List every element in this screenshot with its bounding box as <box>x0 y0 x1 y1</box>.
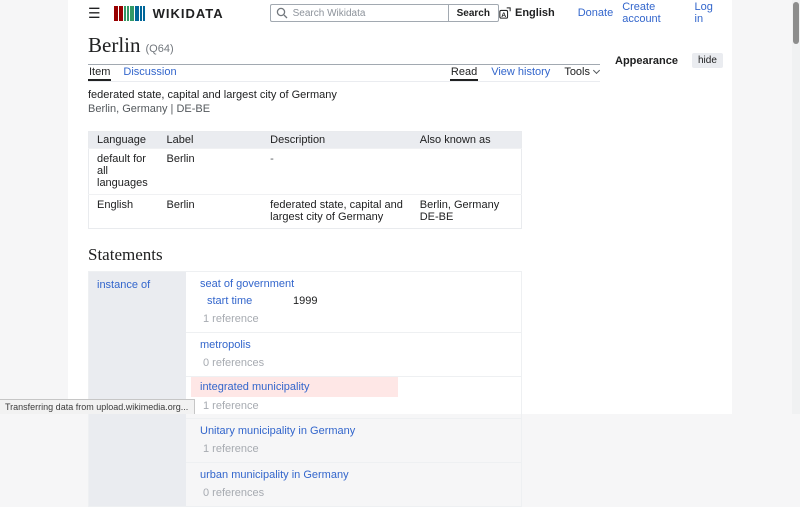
scrollbar-thumb[interactable] <box>793 2 799 44</box>
statement-row: urban municipality in Germany 0 referenc… <box>186 463 521 506</box>
statement-value-link[interactable]: Unitary municipality in Germany <box>200 425 355 437</box>
entity-summary: federated state, capital and largest cit… <box>88 89 732 116</box>
property-instance-of-link[interactable]: instance of <box>97 279 150 291</box>
table-row: English Berlin federated state, capital … <box>88 194 522 229</box>
appearance-label: Appearance <box>615 54 678 67</box>
view-tabs: Read View history Tools <box>438 66 601 81</box>
entity-aliases: Berlin, Germany | DE-BE <box>88 103 211 115</box>
table-row: default for all languages Berlin - <box>88 148 522 195</box>
cell-also-known-as: Berlin, Germany DE-BE <box>411 194 522 229</box>
statement-qualifier: start time 1999 <box>200 295 511 308</box>
search-button[interactable]: Search <box>447 4 499 22</box>
header-user-links: A English Donate Create account Log in <box>499 1 732 25</box>
references-toggle[interactable]: 0 references <box>200 487 511 500</box>
login-link[interactable]: Log in <box>695 1 720 25</box>
cell-label: Berlin <box>158 148 263 195</box>
cell-also-known-as <box>411 148 522 195</box>
statement-row: metropolis 0 references <box>186 333 521 377</box>
page-title: Berlin (Q64) <box>88 34 600 65</box>
entity-label: Berlin <box>88 33 141 57</box>
appearance-hide-button[interactable]: hide <box>691 53 723 68</box>
search-icon <box>276 7 288 22</box>
entity-id: (Q64) <box>145 43 174 55</box>
tab-tools[interactable]: Tools <box>563 66 601 81</box>
references-toggle[interactable]: 1 reference <box>200 443 511 456</box>
statement-value-link[interactable]: seat of government <box>200 278 294 290</box>
tools-label: Tools <box>564 66 590 78</box>
col-also-known-as: Also known as <box>411 131 522 149</box>
donate-link[interactable]: Donate <box>578 7 613 19</box>
chevron-down-icon <box>592 66 601 75</box>
cell-language: default for all languages <box>88 148 159 195</box>
statements-heading: Statements <box>88 245 163 264</box>
statement-values: seat of government start time 1999 1 ref… <box>186 272 521 506</box>
alias-line: Berlin, Germany <box>419 199 500 211</box>
statement-row: seat of government start time 1999 1 ref… <box>186 272 521 333</box>
create-account-link[interactable]: Create account <box>622 1 685 25</box>
col-description: Description <box>262 131 412 149</box>
tab-view-history[interactable]: View history <box>490 66 551 81</box>
cell-label: Berlin <box>158 194 263 229</box>
wikidata-logo-text: WIKIDATA <box>152 5 224 21</box>
site-header: ☰ WIKIDATA Search A English Donate Creat… <box>68 0 732 26</box>
language-icon: A <box>499 7 511 19</box>
search-input[interactable] <box>269 4 448 22</box>
scrollbar[interactable] <box>792 0 800 414</box>
references-toggle[interactable]: 1 reference <box>191 400 511 413</box>
terms-table-header-row: Language Label Description Also known as <box>88 131 522 149</box>
browser-status-bar: Transferring data from upload.wikimedia.… <box>0 399 196 414</box>
cell-description: federated state, capital and largest cit… <box>262 194 412 229</box>
qualifier-property-link[interactable]: start time <box>207 295 252 307</box>
statement-value-link[interactable]: integrated municipality <box>200 381 309 393</box>
page-content: ☰ WIKIDATA Search A English Donate Creat… <box>68 0 732 507</box>
svg-text:A: A <box>501 12 506 19</box>
statement-group: instance of seat of government start tim… <box>88 271 522 507</box>
appearance-panel: Appearance hide <box>615 53 723 68</box>
tab-item[interactable]: Item <box>88 66 112 81</box>
terms-table: Language Label Description Also known as… <box>88 131 522 229</box>
language-selector[interactable]: A English <box>499 7 555 19</box>
statement-property: instance of <box>89 272 186 506</box>
statement-value-link[interactable]: metropolis <box>200 339 251 351</box>
col-language: Language <box>88 131 159 149</box>
qualifier-value: 1999 <box>293 295 318 307</box>
tab-discussion[interactable]: Discussion <box>122 66 177 81</box>
language-label: English <box>514 7 555 19</box>
tabs-row: Item Discussion Read View history Tools <box>88 65 601 82</box>
tab-read[interactable]: Read <box>449 66 479 81</box>
col-label: Label <box>158 131 263 149</box>
alias-line: DE-BE <box>419 211 454 223</box>
search-bar: Search <box>269 4 499 22</box>
page-head: Berlin (Q64) Item Discussion Read View hi… <box>88 34 601 82</box>
cell-language: English <box>88 194 159 229</box>
hamburger-menu-icon[interactable]: ☰ <box>88 6 101 20</box>
statement-highlight: integrated municipality <box>191 377 398 397</box>
wikidata-logo[interactable]: WIKIDATA <box>113 5 224 21</box>
statement-row-highlighted: integrated municipality 1 reference <box>186 377 521 419</box>
references-toggle[interactable]: 1 reference <box>200 313 511 326</box>
statement-value-link[interactable]: urban municipality in Germany <box>200 469 349 481</box>
wikidata-logo-bars-icon <box>113 5 146 21</box>
entity-description: federated state, capital and largest cit… <box>88 89 337 101</box>
cell-description: - <box>262 148 412 195</box>
references-toggle[interactable]: 0 references <box>200 357 511 370</box>
statement-row: Unitary municipality in Germany 1 refere… <box>186 419 521 463</box>
